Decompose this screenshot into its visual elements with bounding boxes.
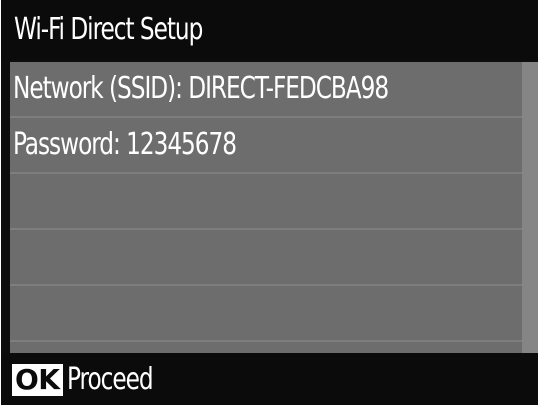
info-panel: Network (SSID): DIRECT-FEDCBA98 Password… [10, 62, 538, 353]
wifi-direct-setup-screen: Wi-Fi Direct Setup Network (SSID): DIREC… [1, 0, 538, 405]
ssid-text: Network (SSID): DIRECT-FEDCBA98 [13, 71, 389, 106]
password-text: Password: 12345678 [13, 127, 237, 162]
empty-row [10, 230, 522, 286]
empty-row [10, 286, 522, 342]
ok-key-icon[interactable]: OK [12, 364, 63, 396]
ssid-row: Network (SSID): DIRECT-FEDCBA98 [10, 62, 522, 118]
empty-row [10, 174, 522, 230]
scrollbar[interactable] [522, 62, 538, 353]
button-guide-bar: OK Proceed [1, 353, 538, 405]
proceed-label: Proceed [67, 362, 154, 397]
title-bar: Wi-Fi Direct Setup [1, 0, 538, 60]
page-title: Wi-Fi Direct Setup [14, 12, 203, 47]
password-row: Password: 12345678 [10, 118, 522, 174]
